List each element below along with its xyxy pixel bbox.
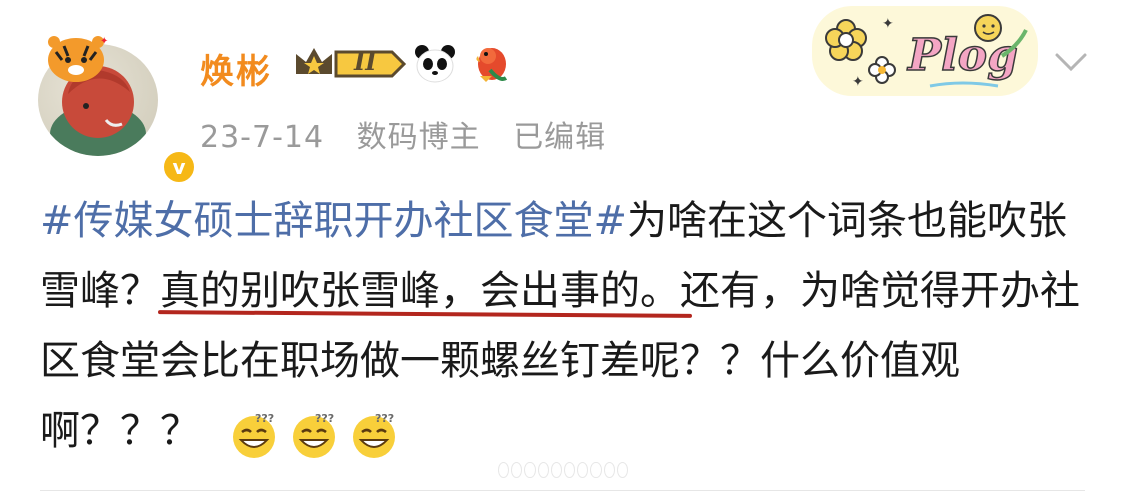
author-role: 数码博主	[356, 120, 481, 155]
chevron-down-icon[interactable]	[1054, 50, 1088, 74]
svg-text:✦: ✦	[100, 36, 108, 47]
tiger-avatar-frame-icon: ✦	[42, 30, 112, 86]
hashtag-link[interactable]: #传媒女硕士辞职开办社区食堂#	[40, 198, 627, 244]
verified-v-icon: v	[160, 148, 198, 186]
edit-status[interactable]: 已编辑	[513, 120, 606, 155]
svg-text:✦: ✦	[882, 16, 894, 32]
author-name[interactable]: 焕彬	[200, 44, 272, 93]
post-content: #传媒女硕士辞职开办社区食堂#为啥在这个词条也能吹张雪峰？真的别吹张雪峰，会出事…	[40, 186, 1100, 468]
weibo-post: ✦ v 焕彬 II 23-7-14 数码博主 已编辑 ✦ ✦ Plog #传媒女…	[0, 0, 1125, 501]
svg-text:???: ???	[315, 412, 334, 425]
level-text: II	[354, 47, 377, 76]
divider	[40, 490, 1085, 491]
plog-text: Plog	[906, 30, 1018, 81]
crown-level-badge-icon[interactable]: II	[292, 44, 408, 84]
svg-text:✦: ✦	[852, 74, 864, 90]
underlined-text: 真的别吹张雪峰，会出事的。	[160, 268, 680, 314]
plog-sticker-icon: ✦ ✦ Plog	[812, 6, 1038, 96]
post-date[interactable]: 23-7-14	[200, 120, 324, 155]
grin-sweat-icon: ???	[289, 410, 339, 460]
panda-icon[interactable]	[414, 44, 456, 84]
emoji-row: ??? ??? ???	[229, 398, 409, 468]
watermark	[498, 462, 629, 478]
svg-text:???: ???	[375, 412, 394, 425]
parrot-icon[interactable]	[470, 42, 510, 84]
avatar[interactable]: ✦ v	[38, 30, 198, 186]
post-meta: 23-7-14 数码博主 已编辑	[200, 112, 628, 156]
grin-sweat-icon: ???	[229, 410, 279, 460]
svg-text:???: ???	[255, 412, 274, 425]
grin-sweat-icon: ???	[349, 410, 399, 460]
